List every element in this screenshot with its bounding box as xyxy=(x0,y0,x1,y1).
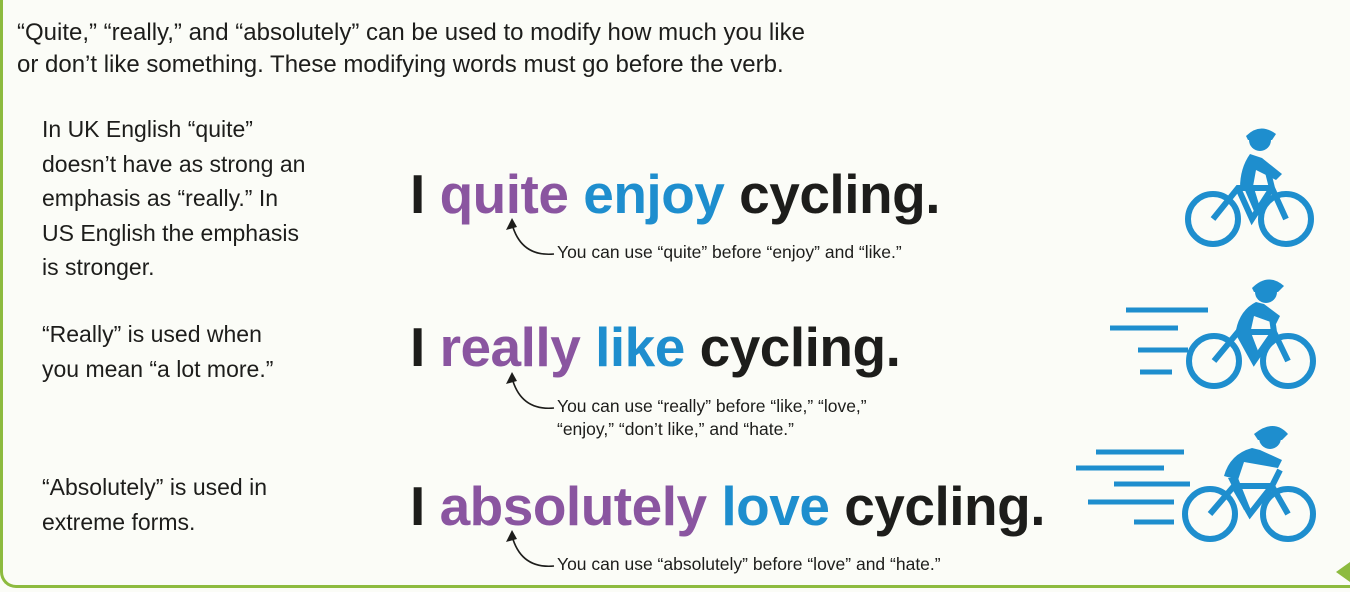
cyclist-fast-icon xyxy=(1076,426,1316,542)
note-absolutely: “Absolutely” is used in extreme forms. xyxy=(42,474,267,535)
hint-line: “enjoy,” “don’t like,” and “hate.” xyxy=(557,419,795,439)
hint-line: You can use “quite” before “enjoy” and “… xyxy=(557,242,902,262)
hint-absolutely: You can use “absolutely” before “love” a… xyxy=(557,553,941,576)
intro-line-2: or don’t like something. These modifying… xyxy=(17,51,784,78)
subject-word: I xyxy=(410,316,425,378)
example-sentence-really: I really like cycling. xyxy=(410,316,901,378)
hint-line: You can use “really” before “like,” “lov… xyxy=(557,396,867,416)
verb-word: like xyxy=(595,316,685,378)
example-sentence-absolutely: I absolutely love cycling. xyxy=(410,475,1046,537)
page-corner-tab xyxy=(1336,562,1350,582)
subject-word: I xyxy=(410,475,425,537)
hint-quite: You can use “quite” before “enjoy” and “… xyxy=(557,241,902,264)
subject-word: I xyxy=(410,163,425,225)
modifier-word: really xyxy=(439,316,581,378)
note-really: “Really” is used when you mean “a lot mo… xyxy=(42,321,274,382)
note-quite: In UK English “quite” doesn’t have as st… xyxy=(42,116,306,280)
pointer-arrow-icon xyxy=(506,372,555,409)
hint-line: You can use “absolutely” before “love” a… xyxy=(557,554,941,574)
intro-line-1: “Quite,” “really,” and “absolutely” can … xyxy=(17,19,805,46)
object-word: cycling. xyxy=(739,163,940,225)
intro-text: “Quite,” “really,” and “absolutely” can … xyxy=(17,17,917,81)
pointer-arrow-icon xyxy=(506,218,555,255)
cyclist-slow-icon xyxy=(1185,128,1314,247)
verb-word: love xyxy=(721,475,830,537)
verb-word: enjoy xyxy=(583,163,725,225)
cyclist-medium-icon xyxy=(1110,279,1316,389)
hint-really: You can use “really” before “like,” “lov… xyxy=(557,395,867,441)
pointer-arrow-icon xyxy=(506,530,555,567)
object-word: cycling. xyxy=(699,316,901,378)
object-word: cycling. xyxy=(844,475,1046,537)
modifier-word: absolutely xyxy=(439,475,708,537)
example-sentence-quite: I quite enjoy cycling. xyxy=(410,164,940,224)
